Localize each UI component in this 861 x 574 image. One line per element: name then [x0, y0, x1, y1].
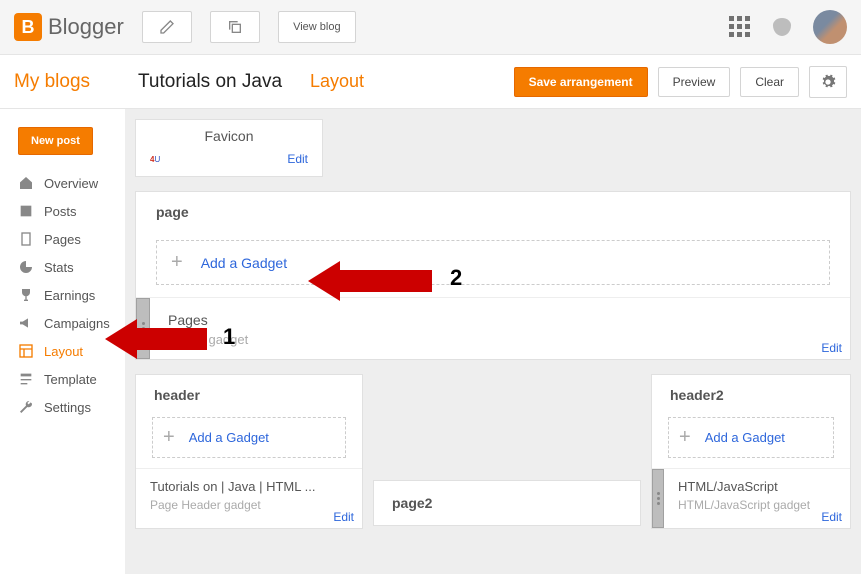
- sidebar-item-template[interactable]: Template: [0, 365, 125, 393]
- gadget-name: HTML/JavaScript: [678, 479, 836, 494]
- sub-header: My blogs Tutorials on Java Layout Save a…: [0, 55, 861, 109]
- gadget-name: Tutorials on | Java | HTML ...: [150, 479, 348, 494]
- layout-editor: Favicon 4U Edit page + Add a Gadget Page…: [125, 109, 861, 574]
- favicon-card: Favicon 4U Edit: [135, 119, 323, 177]
- left-sidebar: New post Overview Posts Pages Stats Earn…: [0, 109, 125, 574]
- add-gadget-label: Add a Gadget: [201, 255, 287, 271]
- sidebar-item-stats[interactable]: Stats: [0, 253, 125, 281]
- add-gadget-header2[interactable]: + Add a Gadget: [668, 417, 834, 458]
- layout-settings-button[interactable]: [809, 66, 847, 98]
- pages-gadget-edit-link[interactable]: Edit: [821, 341, 842, 355]
- new-post-button[interactable]: New post: [18, 127, 93, 155]
- blogger-wordmark: Blogger: [48, 14, 124, 40]
- gear-icon: [820, 74, 836, 90]
- posts-icon: [18, 203, 34, 219]
- notifications-icon[interactable]: [773, 18, 791, 36]
- header-section: header + Add a Gadget Tutorials on | Jav…: [135, 374, 363, 529]
- sidebar-item-posts[interactable]: Posts: [0, 197, 125, 225]
- page2-section: page2: [373, 480, 641, 526]
- section-title-page2: page2: [374, 481, 640, 525]
- favicon-title: Favicon: [150, 128, 308, 144]
- sidebar-item-label: Template: [44, 372, 97, 387]
- template-icon: [18, 371, 34, 387]
- posts-list-button[interactable]: [210, 11, 260, 43]
- drag-handle-icon[interactable]: [136, 298, 150, 359]
- gadget-desc: Page Header gadget: [150, 498, 348, 512]
- htmljs-gadget-edit-link[interactable]: Edit: [821, 510, 842, 524]
- section-title-header2: header2: [652, 375, 850, 407]
- sidebar-item-label: Overview: [44, 176, 98, 191]
- favicon-preview-icon: 4U: [150, 154, 160, 165]
- trophy-icon: [18, 287, 34, 303]
- top-header: B Blogger View blog: [0, 0, 861, 55]
- add-gadget-page[interactable]: + Add a Gadget: [156, 240, 830, 285]
- gadget-name: Pages: [168, 312, 832, 328]
- sidebar-item-label: Pages: [44, 232, 81, 247]
- save-arrangement-button[interactable]: Save arrangement: [514, 67, 648, 97]
- apps-grid-icon[interactable]: [729, 16, 751, 38]
- plus-icon: +: [163, 426, 175, 449]
- wrench-icon: [18, 399, 34, 415]
- page-header-gadget[interactable]: Tutorials on | Java | HTML ... Page Head…: [136, 468, 362, 528]
- htmljs-gadget[interactable]: HTML/JavaScript HTML/JavaScript gadget E…: [652, 468, 850, 528]
- add-gadget-header[interactable]: + Add a Gadget: [152, 417, 346, 458]
- sidebar-item-label: Campaigns: [44, 316, 110, 331]
- sidebar-item-campaigns[interactable]: Campaigns: [0, 309, 125, 337]
- pages-icon: [18, 231, 34, 247]
- layout-icon: [18, 343, 34, 359]
- copy-icon: [227, 19, 243, 35]
- drag-handle-icon[interactable]: [652, 469, 664, 528]
- pages-gadget[interactable]: Pages Pages gadget Edit: [136, 297, 850, 359]
- add-gadget-label: Add a Gadget: [189, 430, 269, 445]
- home-icon: [18, 175, 34, 191]
- add-gadget-label: Add a Gadget: [705, 430, 785, 445]
- megaphone-icon: [18, 315, 34, 331]
- page-section: page + Add a Gadget Pages Pages gadget E…: [135, 191, 851, 360]
- blog-title: Tutorials on Java: [138, 71, 282, 93]
- sidebar-item-settings[interactable]: Settings: [0, 393, 125, 421]
- blogger-b-icon: B: [14, 13, 42, 41]
- gadget-desc: Pages gadget: [168, 332, 832, 347]
- header2-section: header2 + Add a Gadget HTML/JavaScript H…: [651, 374, 851, 529]
- user-avatar[interactable]: [813, 10, 847, 44]
- sidebar-item-label: Stats: [44, 260, 74, 275]
- section-title-header: header: [136, 375, 362, 407]
- section-title-page: page: [156, 204, 189, 220]
- sidebar-item-overview[interactable]: Overview: [0, 169, 125, 197]
- favicon-edit-link[interactable]: Edit: [287, 152, 308, 166]
- pencil-icon: [159, 19, 175, 35]
- my-blogs-link[interactable]: My blogs: [14, 71, 90, 93]
- preview-button[interactable]: Preview: [658, 67, 731, 97]
- gadget-desc: HTML/JavaScript gadget: [678, 498, 836, 512]
- sidebar-item-label: Settings: [44, 400, 91, 415]
- compose-button[interactable]: [142, 11, 192, 43]
- sidebar-item-pages[interactable]: Pages: [0, 225, 125, 253]
- plus-icon: +: [679, 426, 691, 449]
- plus-icon: +: [171, 251, 183, 274]
- view-blog-button[interactable]: View blog: [278, 11, 356, 43]
- sidebar-item-label: Layout: [44, 344, 83, 359]
- stats-icon: [18, 259, 34, 275]
- blogger-logo[interactable]: B Blogger: [14, 13, 124, 41]
- sidebar-item-label: Posts: [44, 204, 77, 219]
- section-breadcrumb: Layout: [310, 71, 364, 92]
- sidebar-item-label: Earnings: [44, 288, 95, 303]
- header-gadget-edit-link[interactable]: Edit: [333, 510, 354, 524]
- sidebar-item-earnings[interactable]: Earnings: [0, 281, 125, 309]
- clear-button[interactable]: Clear: [740, 67, 799, 97]
- sidebar-item-layout[interactable]: Layout: [0, 337, 125, 365]
